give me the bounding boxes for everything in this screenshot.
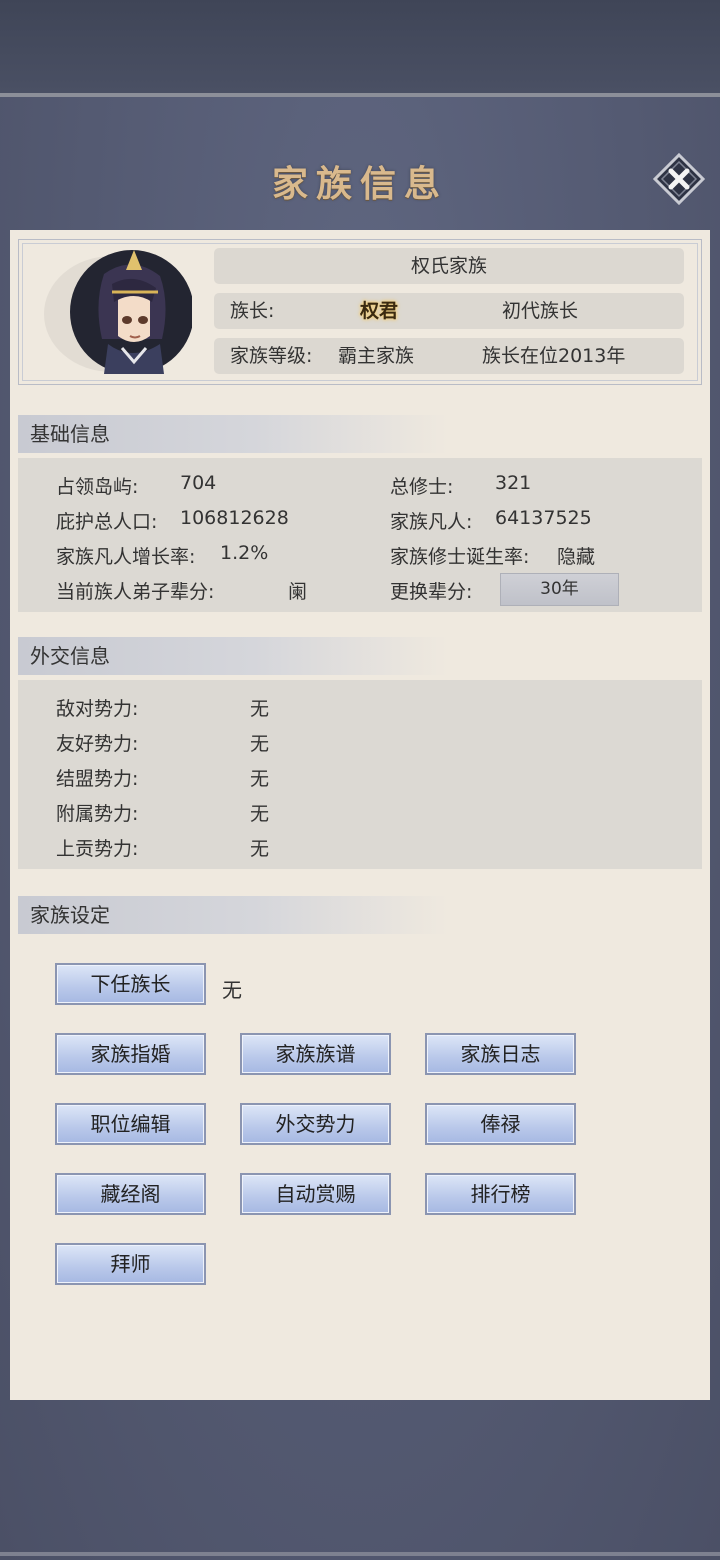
button-label: 俸禄: [480, 1112, 521, 1136]
window-title: 家族信息: [271, 163, 448, 205]
successor-value: 无: [222, 978, 242, 1002]
auto-reward-button[interactable]: 自动赏赐: [240, 1173, 391, 1215]
close-button[interactable]: [653, 153, 705, 205]
button-label: 下任族长: [90, 972, 171, 996]
leader-label: 族长:: [230, 300, 275, 322]
diplomacy-label: 结盟势力:: [56, 768, 139, 790]
growth-label: 家族凡人增长率:: [56, 546, 196, 568]
diplomacy-value: 无: [250, 698, 270, 720]
islands-label: 占领岛屿:: [56, 476, 139, 498]
apprentice-button[interactable]: 拜师: [55, 1243, 206, 1285]
diplomacy-label: 上贡势力:: [56, 838, 139, 860]
section-basic-info: 基础信息: [18, 415, 448, 453]
avatar-portrait: [44, 250, 194, 374]
diplomacy-value: 无: [250, 768, 270, 790]
mortals-label: 家族凡人:: [390, 511, 473, 533]
leader-generation: 初代族长: [502, 300, 579, 322]
islands-value: 704: [180, 472, 217, 494]
diplomacy-label: 敌对势力:: [56, 698, 139, 720]
clan-name: 权氏家族: [410, 255, 487, 277]
edit-positions-button[interactable]: 职位编辑: [55, 1103, 206, 1145]
section-diplomacy: 外交信息: [18, 637, 448, 675]
diplomacy-label: 友好势力:: [56, 733, 139, 755]
scripture-pavilion-button[interactable]: 藏经阁: [55, 1173, 206, 1215]
switch-generation-label: 更换辈分:: [390, 581, 473, 603]
cultivators-label: 总修士:: [390, 476, 454, 498]
cultivators-value: 321: [495, 472, 532, 494]
birthrate-label: 家族修士诞生率:: [390, 546, 530, 568]
leaderboard-button[interactable]: 排行榜: [425, 1173, 576, 1215]
clan-name-row: 权氏家族: [214, 248, 684, 284]
population-value: 106812628: [180, 507, 289, 529]
button-label: 职位编辑: [90, 1112, 171, 1136]
close-icon: [653, 153, 705, 205]
bottom-border: [0, 1552, 720, 1556]
successor-button[interactable]: 下任族长: [55, 963, 206, 1005]
mortals-value: 64137525: [495, 507, 592, 529]
clan-log-button[interactable]: 家族日志: [425, 1033, 576, 1075]
button-label: 拜师: [110, 1252, 151, 1276]
generation-value: 阑: [288, 581, 308, 603]
leader-avatar[interactable]: [42, 244, 194, 379]
button-label: 自动赏赐: [275, 1182, 356, 1206]
diplomatic-forces-button[interactable]: 外交势力: [240, 1103, 391, 1145]
diplomacy-value: 无: [250, 803, 270, 825]
switch-generation-button[interactable]: 30年: [500, 573, 619, 606]
button-label: 家族指婚: [90, 1042, 171, 1066]
button-label: 排行榜: [470, 1182, 531, 1206]
diplomacy-label: 附属势力:: [56, 803, 139, 825]
level-value: 霸主家族: [338, 345, 415, 367]
diplomacy-value: 无: [250, 733, 270, 755]
button-label: 家族日志: [460, 1042, 541, 1066]
button-label: 家族族谱: [275, 1042, 356, 1066]
growth-value: 1.2%: [220, 542, 269, 564]
birthrate-value: 隐藏: [557, 546, 596, 568]
level-row: 家族等级: 霸主家族 族长在位2013年: [214, 338, 684, 374]
arrange-marriage-button[interactable]: 家族指婚: [55, 1033, 206, 1075]
population-label: 庇护总人口:: [56, 511, 158, 533]
button-label: 藏经阁: [100, 1182, 161, 1206]
leader-row: 族长: 权君 初代族长: [214, 293, 684, 329]
generation-label: 当前族人弟子辈分:: [56, 581, 215, 603]
section-clan-settings: 家族设定: [18, 896, 448, 934]
salary-button[interactable]: 俸禄: [425, 1103, 576, 1145]
leader-tenure: 族长在位2013年: [482, 345, 626, 367]
level-label: 家族等级:: [230, 345, 313, 367]
diplomacy-value: 无: [250, 838, 270, 860]
button-label: 外交势力: [275, 1112, 356, 1136]
family-tree-button[interactable]: 家族族谱: [240, 1033, 391, 1075]
top-bar: [0, 0, 720, 97]
leader-name: 权君: [360, 300, 399, 322]
